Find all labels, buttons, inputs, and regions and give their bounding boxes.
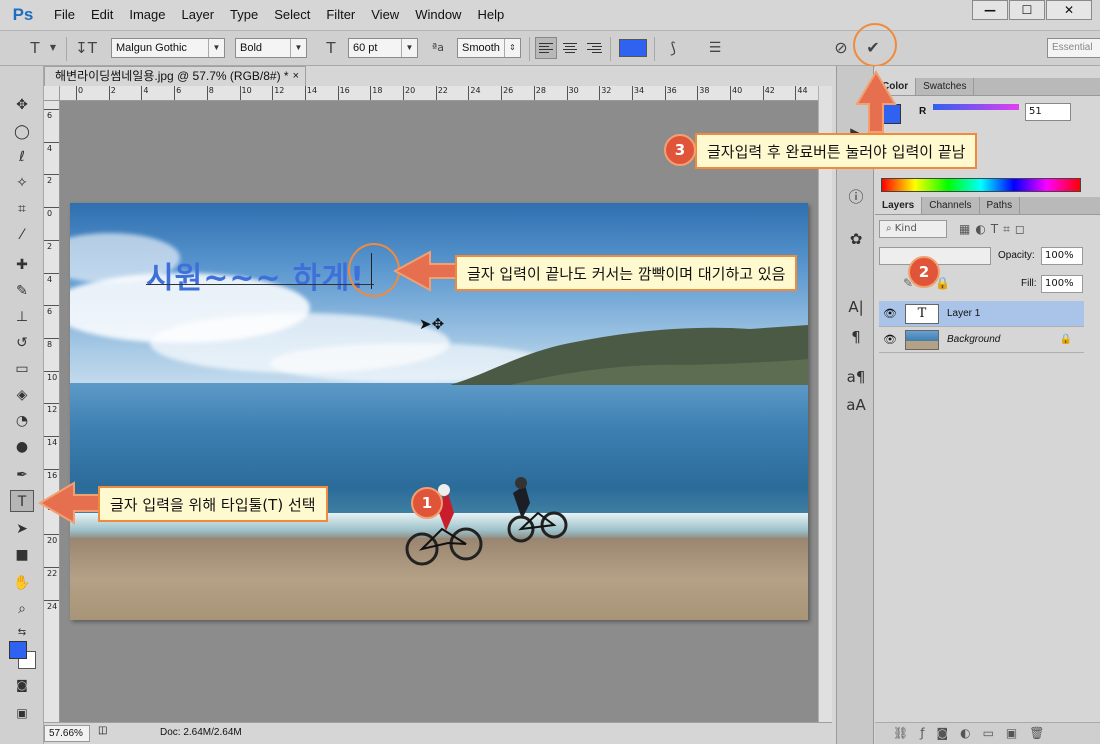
callout-badge-3: 3 <box>664 134 696 166</box>
callout-arrows <box>38 70 897 525</box>
callout-2: 글자 입력이 끝나도 커서는 깜빡이며 대기하고 있음 <box>455 255 798 291</box>
callout-badge-1: 1 <box>411 487 443 519</box>
callout-3: 글자입력 후 완료버튼 눌러야 입력이 끝남 <box>695 133 978 169</box>
callout-1: 글자 입력을 위해 타입툴(T) 선택 <box>98 486 328 522</box>
callout-badge-2: 2 <box>908 256 940 288</box>
